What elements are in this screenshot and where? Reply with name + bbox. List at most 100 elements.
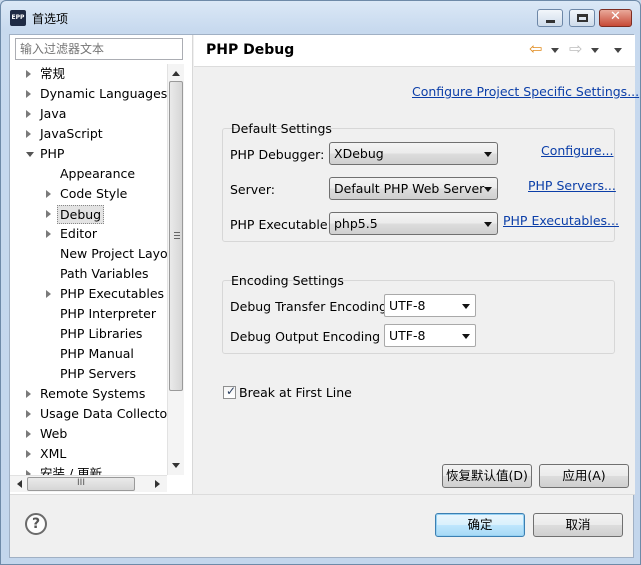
scroll-up-icon[interactable]	[172, 71, 180, 76]
tree-item[interactable]: JavaScript	[10, 124, 167, 144]
apply-button[interactable]: 应用(A)	[539, 464, 629, 488]
collapsed-arrow-icon[interactable]	[26, 70, 31, 78]
break-at-first-line-checkbox[interactable]: ✓	[223, 384, 236, 399]
tree-item-label: PHP Manual	[60, 346, 134, 361]
tree-item[interactable]: Debug	[10, 204, 167, 224]
tree-item[interactable]: Path Variables	[10, 264, 167, 284]
tree-item[interactable]: XML	[10, 444, 167, 464]
tree-item[interactable]: 安装 / 更新	[10, 464, 167, 475]
break-at-first-line-label[interactable]: Break at First Line	[239, 385, 352, 400]
preferences-tree: 常规 Dynamic Languages Java JavaScript PHP Appe…	[10, 64, 167, 475]
php-servers-link[interactable]: PHP Servers...	[528, 178, 616, 193]
close-button[interactable]: ✕	[599, 9, 632, 27]
tree-item-label: PHP Servers	[60, 366, 136, 381]
tree-item-label: XML	[40, 446, 67, 461]
php-executable-label: PHP Executable:	[230, 217, 332, 232]
back-history-dropdown-icon[interactable]	[551, 48, 559, 53]
tree-item[interactable]: Java	[10, 104, 167, 124]
collapsed-arrow-icon[interactable]	[26, 430, 31, 438]
back-arrow-icon[interactable]: ⇦	[529, 41, 547, 57]
php-executable-value: php5.5	[334, 216, 378, 231]
tree-item[interactable]: PHP	[10, 144, 167, 164]
collapsed-arrow-icon[interactable]	[26, 450, 31, 458]
page-title: PHP Debug	[206, 42, 295, 58]
configure-debugger-link[interactable]: Configure...	[541, 143, 614, 158]
collapsed-arrow-icon[interactable]	[26, 410, 31, 418]
debug-output-encoding-select[interactable]: UTF-8	[384, 324, 476, 347]
collapsed-arrow-icon[interactable]	[26, 90, 31, 98]
tree-item[interactable]: Dynamic Languages	[10, 84, 167, 104]
scroll-down-icon[interactable]	[172, 463, 180, 468]
tree-item[interactable]: Remote Systems	[10, 384, 167, 404]
filter-input[interactable]	[15, 38, 183, 60]
forward-history-dropdown-icon[interactable]	[591, 48, 599, 53]
close-icon: ✕	[610, 9, 621, 24]
configure-project-settings-link[interactable]: Configure Project Specific Settings...	[412, 84, 639, 99]
tree-item[interactable]: Usage Data Collector	[10, 404, 167, 424]
server-value: Default PHP Web Server	[334, 181, 485, 196]
horizontal-scroll-thumb[interactable]: III	[27, 477, 135, 491]
tree-item[interactable]: New Project Layou	[10, 244, 167, 264]
app-icon: EPP	[10, 10, 26, 26]
debug-transfer-encoding-value: UTF-8	[389, 298, 426, 313]
tree-item[interactable]: Editor	[10, 224, 167, 244]
cancel-button[interactable]: 取消	[533, 513, 623, 537]
tree-item[interactable]: PHP Interpreter	[10, 304, 167, 324]
minimize-icon	[546, 20, 555, 23]
tree-item[interactable]: PHP Servers	[10, 364, 167, 384]
help-icon[interactable]: ?	[25, 513, 47, 535]
chevron-down-icon	[484, 187, 492, 192]
expanded-arrow-icon[interactable]	[26, 152, 34, 157]
tree-item-label: 常规	[40, 66, 66, 81]
collapsed-arrow-icon[interactable]	[46, 190, 51, 198]
php-debugger-select[interactable]: XDebug	[329, 142, 498, 165]
collapsed-arrow-icon[interactable]	[46, 290, 51, 298]
chevron-down-icon	[462, 304, 470, 309]
tree-item[interactable]: Web	[10, 424, 167, 444]
debug-transfer-encoding-select[interactable]: UTF-8	[384, 294, 476, 317]
preferences-nav-panel: 常规 Dynamic Languages Java JavaScript PHP Appe…	[10, 35, 193, 494]
forward-arrow-icon[interactable]: ⇨	[569, 41, 587, 57]
restore-defaults-button[interactable]: 恢复默认值(D)	[442, 464, 532, 488]
tree-vertical-scrollbar[interactable]	[167, 64, 184, 475]
tree-item-label: New Project Layou	[60, 246, 167, 261]
server-select[interactable]: Default PHP Web Server	[329, 177, 498, 200]
tree-item-label: PHP Libraries	[60, 326, 143, 341]
php-executable-select[interactable]: php5.5	[329, 212, 498, 235]
collapsed-arrow-icon[interactable]	[26, 390, 31, 398]
maximize-icon	[577, 14, 588, 22]
tree-item-label: Java	[40, 106, 67, 121]
tree-item-label: Remote Systems	[40, 386, 146, 401]
tree-item[interactable]: Appearance	[10, 164, 167, 184]
tree-item-label: PHP	[40, 146, 65, 161]
tree-item[interactable]: Code Style	[10, 184, 167, 204]
tree-item-label: Dynamic Languages	[40, 86, 167, 101]
tree-item-label: JavaScript	[40, 126, 103, 141]
server-label: Server:	[230, 182, 275, 197]
collapsed-arrow-icon[interactable]	[46, 230, 51, 238]
tree-item-label: PHP Interpreter	[60, 306, 157, 321]
scroll-left-icon[interactable]	[17, 480, 22, 488]
dialog-client-area: 常规 Dynamic Languages Java JavaScript PHP Appe…	[9, 34, 639, 558]
php-debugger-value: XDebug	[334, 146, 384, 161]
collapsed-arrow-icon[interactable]	[26, 110, 31, 118]
collapsed-arrow-icon[interactable]	[46, 210, 51, 218]
ok-button[interactable]: 确定	[435, 513, 525, 537]
tree-item-label: 安装 / 更新	[40, 466, 103, 475]
debug-transfer-encoding-label: Debug Transfer Encoding	[230, 299, 387, 314]
tree-item[interactable]: PHP Manual	[10, 344, 167, 364]
scroll-right-icon[interactable]	[155, 480, 160, 488]
tree-item[interactable]: PHP Executables	[10, 284, 167, 304]
debug-output-encoding-label: Debug Output Encoding	[230, 329, 381, 344]
tree-item[interactable]: 常规	[10, 64, 167, 84]
tree-item[interactable]: PHP Libraries	[10, 324, 167, 344]
php-executables-link[interactable]: PHP Executables...	[503, 213, 619, 228]
minimize-button[interactable]	[537, 9, 563, 27]
view-menu-icon[interactable]	[614, 48, 622, 53]
maximize-button[interactable]	[569, 9, 595, 27]
collapsed-arrow-icon[interactable]	[26, 130, 31, 138]
chevron-down-icon	[484, 152, 492, 157]
title-bar[interactable]: EPP 首选项 ✕	[1, 1, 640, 34]
scroll-thumb[interactable]	[169, 81, 183, 391]
tree-horizontal-scrollbar[interactable]: III	[10, 475, 167, 492]
